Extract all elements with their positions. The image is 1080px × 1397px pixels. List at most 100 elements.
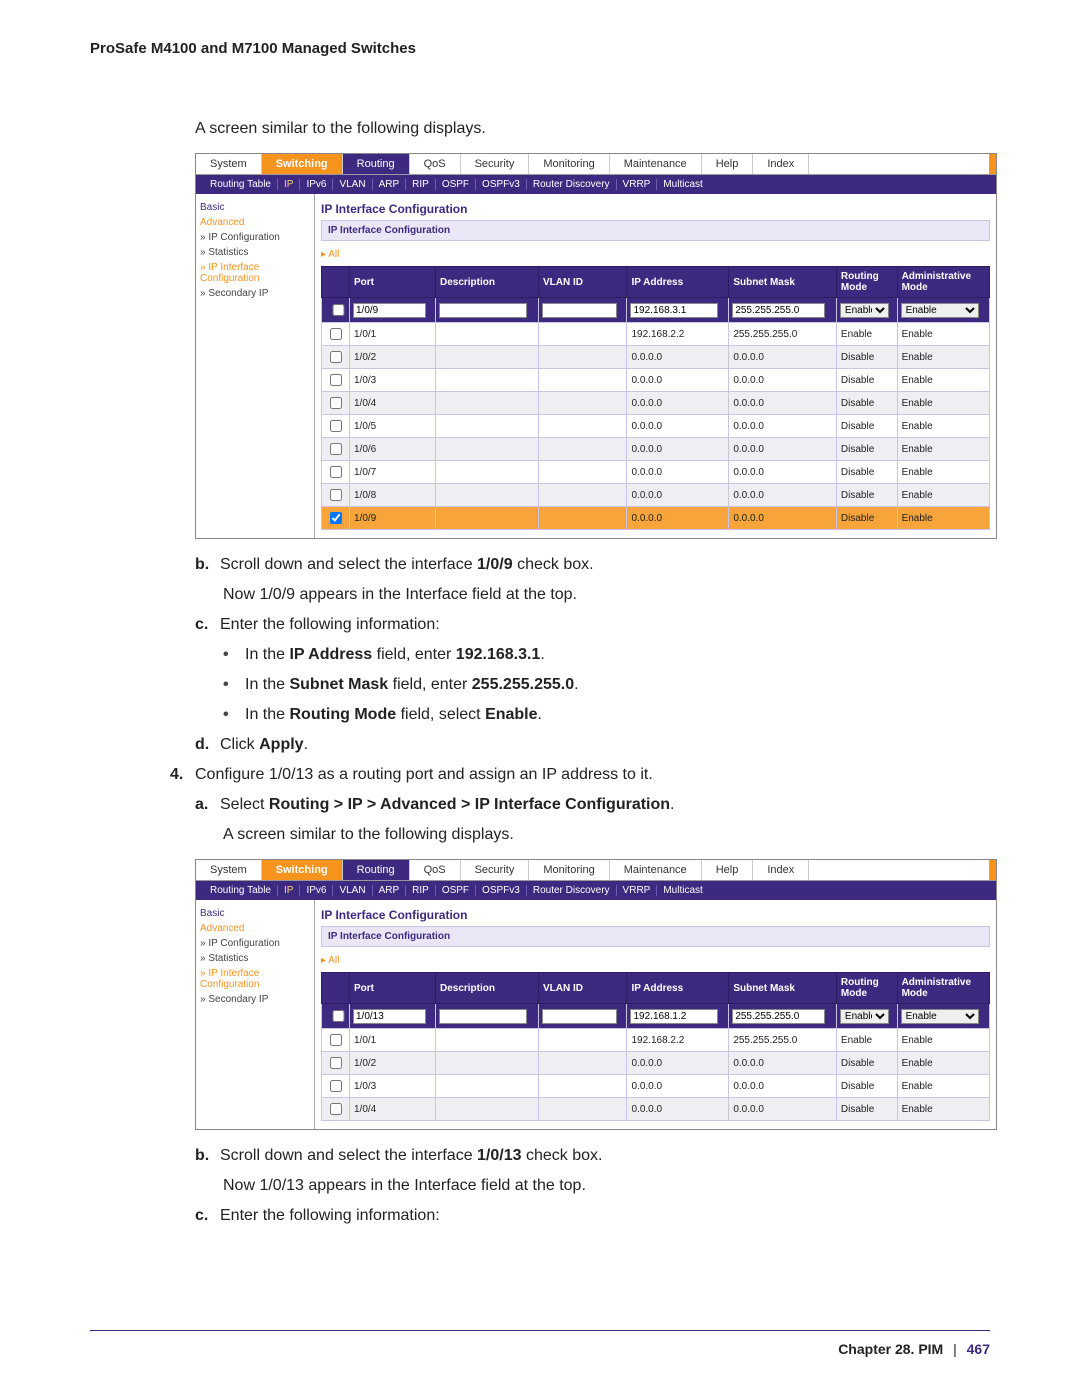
sidebar-item[interactable]: Advanced bbox=[200, 215, 310, 230]
tab-routing[interactable]: Routing bbox=[343, 860, 410, 880]
table-row: 1/0/80.0.0.00.0.0.0DisableEnable bbox=[322, 484, 990, 507]
subnav-ipv6[interactable]: IPv6 bbox=[299, 885, 332, 896]
row-checkbox[interactable] bbox=[330, 1080, 342, 1092]
col-header: Subnet Mask bbox=[729, 267, 837, 298]
editor-rmode-select[interactable]: Enable bbox=[840, 303, 889, 318]
row-checkbox[interactable] bbox=[330, 374, 342, 386]
cell-rmode: Disable bbox=[836, 438, 897, 461]
tab-security[interactable]: Security bbox=[461, 154, 530, 174]
subnav-vrrp[interactable]: VRRP bbox=[616, 179, 657, 190]
editor-amode-select[interactable]: Enable bbox=[901, 1009, 980, 1024]
subnav-ospf[interactable]: OSPF bbox=[435, 179, 475, 190]
row-checkbox[interactable] bbox=[330, 1034, 342, 1046]
cell-desc bbox=[435, 1098, 538, 1121]
editor-mask-input[interactable] bbox=[732, 1009, 825, 1024]
subnav-arp[interactable]: ARP bbox=[372, 885, 406, 896]
tab-monitoring[interactable]: Monitoring bbox=[529, 154, 609, 174]
sidebar-item[interactable]: Basic bbox=[200, 906, 310, 921]
cell-amode: Enable bbox=[897, 392, 989, 415]
table-row: 1/0/90.0.0.00.0.0.0DisableEnable bbox=[322, 507, 990, 530]
row-checkbox[interactable] bbox=[330, 397, 342, 409]
subnav-ospf[interactable]: OSPF bbox=[435, 885, 475, 896]
row-checkbox[interactable] bbox=[330, 1057, 342, 1069]
sidebar-item[interactable]: » Statistics bbox=[200, 245, 310, 260]
sidebar-item[interactable]: » Statistics bbox=[200, 951, 310, 966]
sidebar-item[interactable]: » IP Interface Configuration bbox=[200, 966, 310, 992]
subnav-rip[interactable]: RIP bbox=[405, 179, 435, 190]
editor-input[interactable] bbox=[542, 1009, 617, 1024]
editor-mask-input[interactable] bbox=[732, 303, 825, 318]
subnav-ospfv3[interactable]: OSPFv3 bbox=[475, 179, 526, 190]
tab-qos[interactable]: QoS bbox=[410, 860, 461, 880]
tab-maintenance[interactable]: Maintenance bbox=[610, 154, 702, 174]
sidebar-item[interactable]: » IP Configuration bbox=[200, 936, 310, 951]
sidebar-item[interactable]: » Secondary IP bbox=[200, 286, 310, 301]
editor-ip-input[interactable] bbox=[630, 303, 717, 318]
subnav-rip[interactable]: RIP bbox=[405, 885, 435, 896]
section-title: IP Interface Configuration bbox=[321, 908, 990, 922]
tab-switching[interactable]: Switching bbox=[262, 860, 343, 880]
tab-system[interactable]: System bbox=[196, 860, 262, 880]
col-header bbox=[322, 973, 350, 1004]
row-checkbox[interactable] bbox=[330, 420, 342, 432]
editor-input[interactable] bbox=[542, 303, 617, 318]
subnav-router-discovery[interactable]: Router Discovery bbox=[526, 885, 616, 896]
editor-port-input[interactable] bbox=[353, 1009, 426, 1024]
cell-rmode: Disable bbox=[836, 392, 897, 415]
subnav-ip[interactable]: IP bbox=[277, 179, 299, 190]
sidebar-item[interactable]: » IP Interface Configuration bbox=[200, 260, 310, 286]
row-checkbox[interactable] bbox=[330, 512, 342, 524]
tab-help[interactable]: Help bbox=[702, 860, 754, 880]
select-all-checkbox[interactable] bbox=[329, 1010, 348, 1022]
editor-rmode-select[interactable]: Enable bbox=[840, 1009, 889, 1024]
editor-input[interactable] bbox=[439, 1009, 527, 1024]
subnav-vlan[interactable]: VLAN bbox=[332, 179, 371, 190]
cell-mask: 0.0.0.0 bbox=[729, 369, 837, 392]
editor-amode-select[interactable]: Enable bbox=[901, 303, 980, 318]
row-checkbox[interactable] bbox=[330, 466, 342, 478]
editor-input[interactable] bbox=[439, 303, 527, 318]
row-checkbox[interactable] bbox=[330, 328, 342, 340]
subnav-vlan[interactable]: VLAN bbox=[332, 885, 371, 896]
row-checkbox[interactable] bbox=[330, 1103, 342, 1115]
all-link[interactable]: All bbox=[321, 951, 990, 972]
cell-desc bbox=[435, 1029, 538, 1052]
tab-help[interactable]: Help bbox=[702, 154, 754, 174]
tab-monitoring[interactable]: Monitoring bbox=[529, 860, 609, 880]
tab-qos[interactable]: QoS bbox=[410, 154, 461, 174]
cell-vlan bbox=[538, 415, 627, 438]
subnav-ip[interactable]: IP bbox=[277, 885, 299, 896]
cell-port: 1/0/4 bbox=[350, 392, 436, 415]
subnav-routing-table[interactable]: Routing Table bbox=[204, 885, 277, 896]
tab-switching[interactable]: Switching bbox=[262, 154, 343, 174]
subnav-multicast[interactable]: Multicast bbox=[656, 885, 708, 896]
tab-maintenance[interactable]: Maintenance bbox=[610, 860, 702, 880]
row-checkbox[interactable] bbox=[330, 443, 342, 455]
page-footer: Chapter 28. PIM | 467 bbox=[90, 1330, 990, 1357]
subnav-arp[interactable]: ARP bbox=[372, 179, 406, 190]
all-link[interactable]: All bbox=[321, 245, 990, 266]
subnav-router-discovery[interactable]: Router Discovery bbox=[526, 179, 616, 190]
row-checkbox[interactable] bbox=[330, 489, 342, 501]
subnav-ospfv3[interactable]: OSPFv3 bbox=[475, 885, 526, 896]
sidebar-item[interactable]: » IP Configuration bbox=[200, 230, 310, 245]
sidebar: BasicAdvanced» IP Configuration» Statist… bbox=[200, 200, 310, 301]
col-header: Subnet Mask bbox=[729, 973, 837, 1004]
tab-security[interactable]: Security bbox=[461, 860, 530, 880]
subnav-multicast[interactable]: Multicast bbox=[656, 179, 708, 190]
subnav-ipv6[interactable]: IPv6 bbox=[299, 179, 332, 190]
subnav-routing-table[interactable]: Routing Table bbox=[204, 179, 277, 190]
tab-routing[interactable]: Routing bbox=[343, 154, 410, 174]
row-checkbox[interactable] bbox=[330, 351, 342, 363]
editor-ip-input[interactable] bbox=[630, 1009, 717, 1024]
tab-system[interactable]: System bbox=[196, 154, 262, 174]
editor-port-input[interactable] bbox=[353, 303, 426, 318]
tab-index[interactable]: Index bbox=[753, 860, 809, 880]
subnav-vrrp[interactable]: VRRP bbox=[616, 885, 657, 896]
select-all-checkbox[interactable] bbox=[329, 304, 348, 316]
sidebar-item[interactable]: Basic bbox=[200, 200, 310, 215]
sidebar-item[interactable]: » Secondary IP bbox=[200, 992, 310, 1007]
cell-amode: Enable bbox=[897, 507, 989, 530]
sidebar-item[interactable]: Advanced bbox=[200, 921, 310, 936]
tab-index[interactable]: Index bbox=[753, 154, 809, 174]
